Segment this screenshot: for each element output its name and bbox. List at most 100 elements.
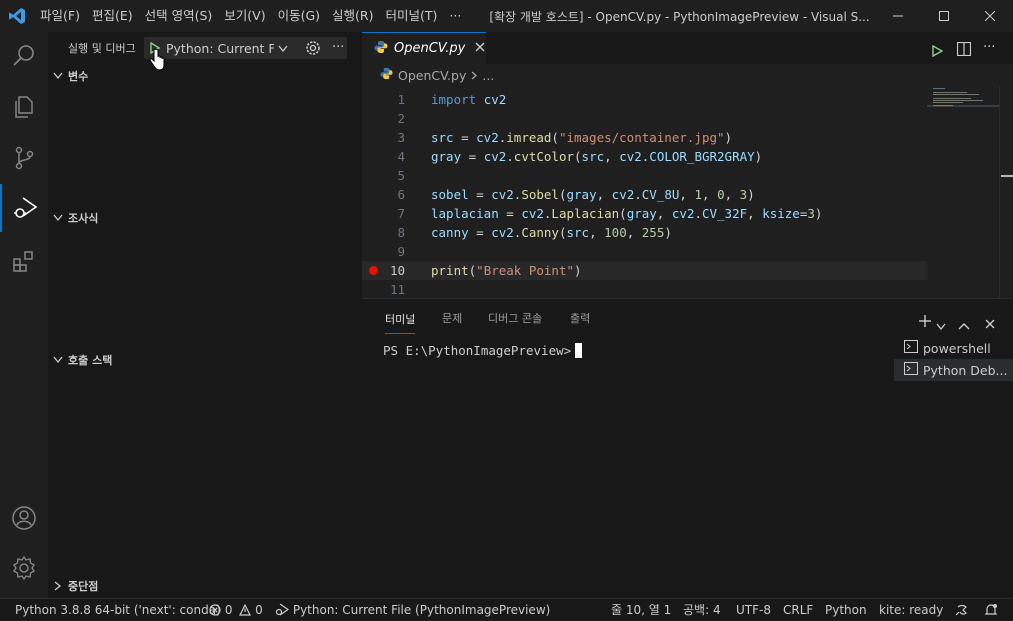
line-number: 2: [397, 111, 405, 126]
settings-gear-icon[interactable]: [0, 544, 48, 592]
error-icon: [209, 603, 221, 617]
indentation-status[interactable]: 공백: 4: [683, 599, 721, 621]
run-debug-icon[interactable]: [0, 184, 48, 232]
tab-debug-console[interactable]: 디버그 콘솔: [488, 299, 542, 339]
section-watch-label: 조사식: [68, 212, 99, 225]
debug-settings-gear-icon[interactable]: [305, 40, 321, 59]
python-file-icon: [374, 40, 388, 58]
line-number: 8: [397, 225, 405, 240]
line-number: 9: [397, 244, 405, 259]
menu-selection[interactable]: 선택 영역(S): [139, 0, 219, 32]
window-title: [확장 개발 호스트] - OpenCV.py - PythonImagePre…: [489, 9, 870, 24]
debug-sidebar: 실행 및 디버그 Python: Current Fil ··· 변수 조사식 …: [48, 32, 362, 598]
minimize-button[interactable]: [875, 0, 921, 32]
cursor-position-status[interactable]: 줄 10, 열 1: [611, 599, 671, 621]
debug-config-label: Python: Current Fil: [166, 40, 274, 56]
section-breakpoints[interactable]: 중단점: [48, 575, 362, 597]
terminal-cursor: [575, 343, 583, 358]
section-variables[interactable]: 변수: [48, 65, 362, 87]
tab-output[interactable]: 출력: [570, 299, 590, 339]
warning-icon: [239, 603, 252, 617]
breadcrumb-file[interactable]: OpenCV.py: [398, 68, 466, 83]
code-line[interactable]: 3 src = cv2.imread("images/container.jpg"…: [362, 128, 927, 147]
code-line[interactable]: 11: [362, 280, 927, 299]
account-icon[interactable]: [0, 494, 48, 542]
section-breakpoints-label: 중단점: [68, 580, 99, 593]
search-icon[interactable]: [0, 32, 48, 80]
code-line[interactable]: 4 gray = cv2.cvtColor(src, cv2.COLOR_BGR2…: [362, 147, 927, 166]
language-mode-status[interactable]: Python: [825, 599, 867, 621]
code-line[interactable]: 1 import cv2: [362, 90, 927, 109]
breadcrumb-more[interactable]: ...: [482, 68, 494, 83]
chevron-down-icon: [48, 214, 68, 222]
python-interpreter-status[interactable]: Python 3.8.8 64-bit ('next': conda): [15, 599, 221, 621]
section-call-stack[interactable]: 호출 스택: [48, 349, 362, 371]
chevron-down-icon: [48, 356, 68, 364]
code-line[interactable]: 9: [362, 242, 927, 261]
source-control-icon[interactable]: [0, 134, 48, 182]
debug-session-label: Python: Current File (PythonImagePreview…: [292, 603, 551, 617]
more-actions-icon[interactable]: ···: [332, 40, 344, 55]
kite-status[interactable]: kite: ready: [879, 599, 943, 621]
menu-go[interactable]: 이동(G): [272, 0, 326, 32]
close-panel-icon[interactable]: [985, 314, 995, 333]
code-text: import cv2: [431, 92, 507, 107]
editor-area: OpenCV.py ··· OpenCV.py ... 1 import cv2 2…: [362, 32, 1013, 298]
minimap[interactable]: [927, 86, 999, 126]
code-line[interactable]: 5: [362, 166, 927, 185]
maximize-panel-chevron-up-icon[interactable]: [958, 315, 970, 334]
tab-label: OpenCV.py: [394, 41, 466, 56]
extensions-icon[interactable]: [0, 238, 48, 286]
terminal-dropdown-chevron-icon[interactable]: [936, 316, 946, 335]
eol-status[interactable]: CRLF: [783, 599, 813, 621]
debug-session-status[interactable]: Python: Current File (PythonImagePreview…: [275, 599, 550, 621]
title-bar: 파일(F) 편집(E) 선택 영역(S) 보기(V) 이동(G) 실행(R) 터…: [0, 0, 1013, 32]
code-area[interactable]: 1 import cv2 2 3 src = cv2.imread("images/co…: [362, 86, 1013, 298]
section-variables-label: 변수: [68, 70, 89, 83]
menu-terminal[interactable]: 터미널(T): [380, 0, 444, 32]
problems-status[interactable]: 0 0: [209, 599, 263, 621]
new-terminal-icon[interactable]: [918, 313, 932, 332]
code-line[interactable]: 10 print("Break Point"): [362, 261, 927, 280]
terminal-prompt: PS E:\PythonImagePreview>: [383, 343, 572, 358]
code-line[interactable]: 7 laplacian = cv2.Laplacian(gray, cv2.CV_…: [362, 204, 927, 223]
encoding-status[interactable]: UTF-8: [736, 599, 771, 621]
terminal-prompt-line[interactable]: PS E:\PythonImagePreview>: [383, 343, 583, 358]
feedback-icon[interactable]: [954, 599, 968, 621]
line-number: 3: [397, 130, 405, 145]
menu-run[interactable]: 실행(R): [326, 0, 379, 32]
code-line[interactable]: 8 canny = cv2.Canny(src, 100, 255): [362, 223, 927, 242]
chevron-down-icon[interactable]: [278, 41, 288, 56]
tab-opencv-py[interactable]: OpenCV.py: [362, 32, 486, 64]
code-text: sobel = cv2.Sobel(gray, cv2.CV_8U, 1, 0,…: [431, 187, 755, 202]
notifications-bell-icon[interactable]: [984, 599, 998, 621]
menu-file[interactable]: 파일(F): [34, 0, 86, 32]
run-python-file-icon[interactable]: [932, 42, 944, 61]
section-watch[interactable]: 조사식: [48, 207, 362, 229]
editor-more-actions-icon[interactable]: ···: [983, 40, 995, 55]
status-bar: Python 3.8.8 64-bit ('next': conda) 0 0 …: [0, 598, 1013, 620]
code-text: laplacian = cv2.Laplacian(gray, cv2.CV_3…: [431, 206, 823, 221]
chevron-right-icon: [471, 68, 478, 83]
menu-view[interactable]: 보기(V): [218, 0, 271, 32]
explorer-icon[interactable]: [0, 82, 48, 130]
line-number: 7: [397, 206, 405, 221]
tab-terminal[interactable]: 터미널: [385, 299, 416, 334]
code-text: gray = cv2.cvtColor(src, cv2.COLOR_BGR2G…: [431, 149, 763, 164]
python-file-icon: [380, 67, 393, 83]
menu-more[interactable]: ···: [443, 0, 467, 32]
maximize-button[interactable]: [921, 0, 967, 32]
split-editor-icon[interactable]: [956, 41, 972, 60]
close-window-button[interactable]: [967, 0, 1013, 32]
debug-icon: [275, 603, 290, 617]
terminal-list-item-powershell[interactable]: powershell: [894, 337, 1013, 359]
scrollbar[interactable]: [999, 86, 1013, 298]
code-line[interactable]: 2: [362, 109, 927, 128]
code-line[interactable]: 6 sobel = cv2.Sobel(gray, cv2.CV_8U, 1, 0…: [362, 185, 927, 204]
sidebar-title: 실행 및 디버그: [68, 42, 136, 55]
terminal-list-item-python-debug[interactable]: Python Deb...: [894, 359, 1013, 381]
menu-edit[interactable]: 편집(E): [86, 0, 139, 32]
tab-problems[interactable]: 문제: [442, 299, 462, 339]
warning-count: 0: [255, 603, 263, 617]
close-icon[interactable]: [475, 41, 485, 56]
